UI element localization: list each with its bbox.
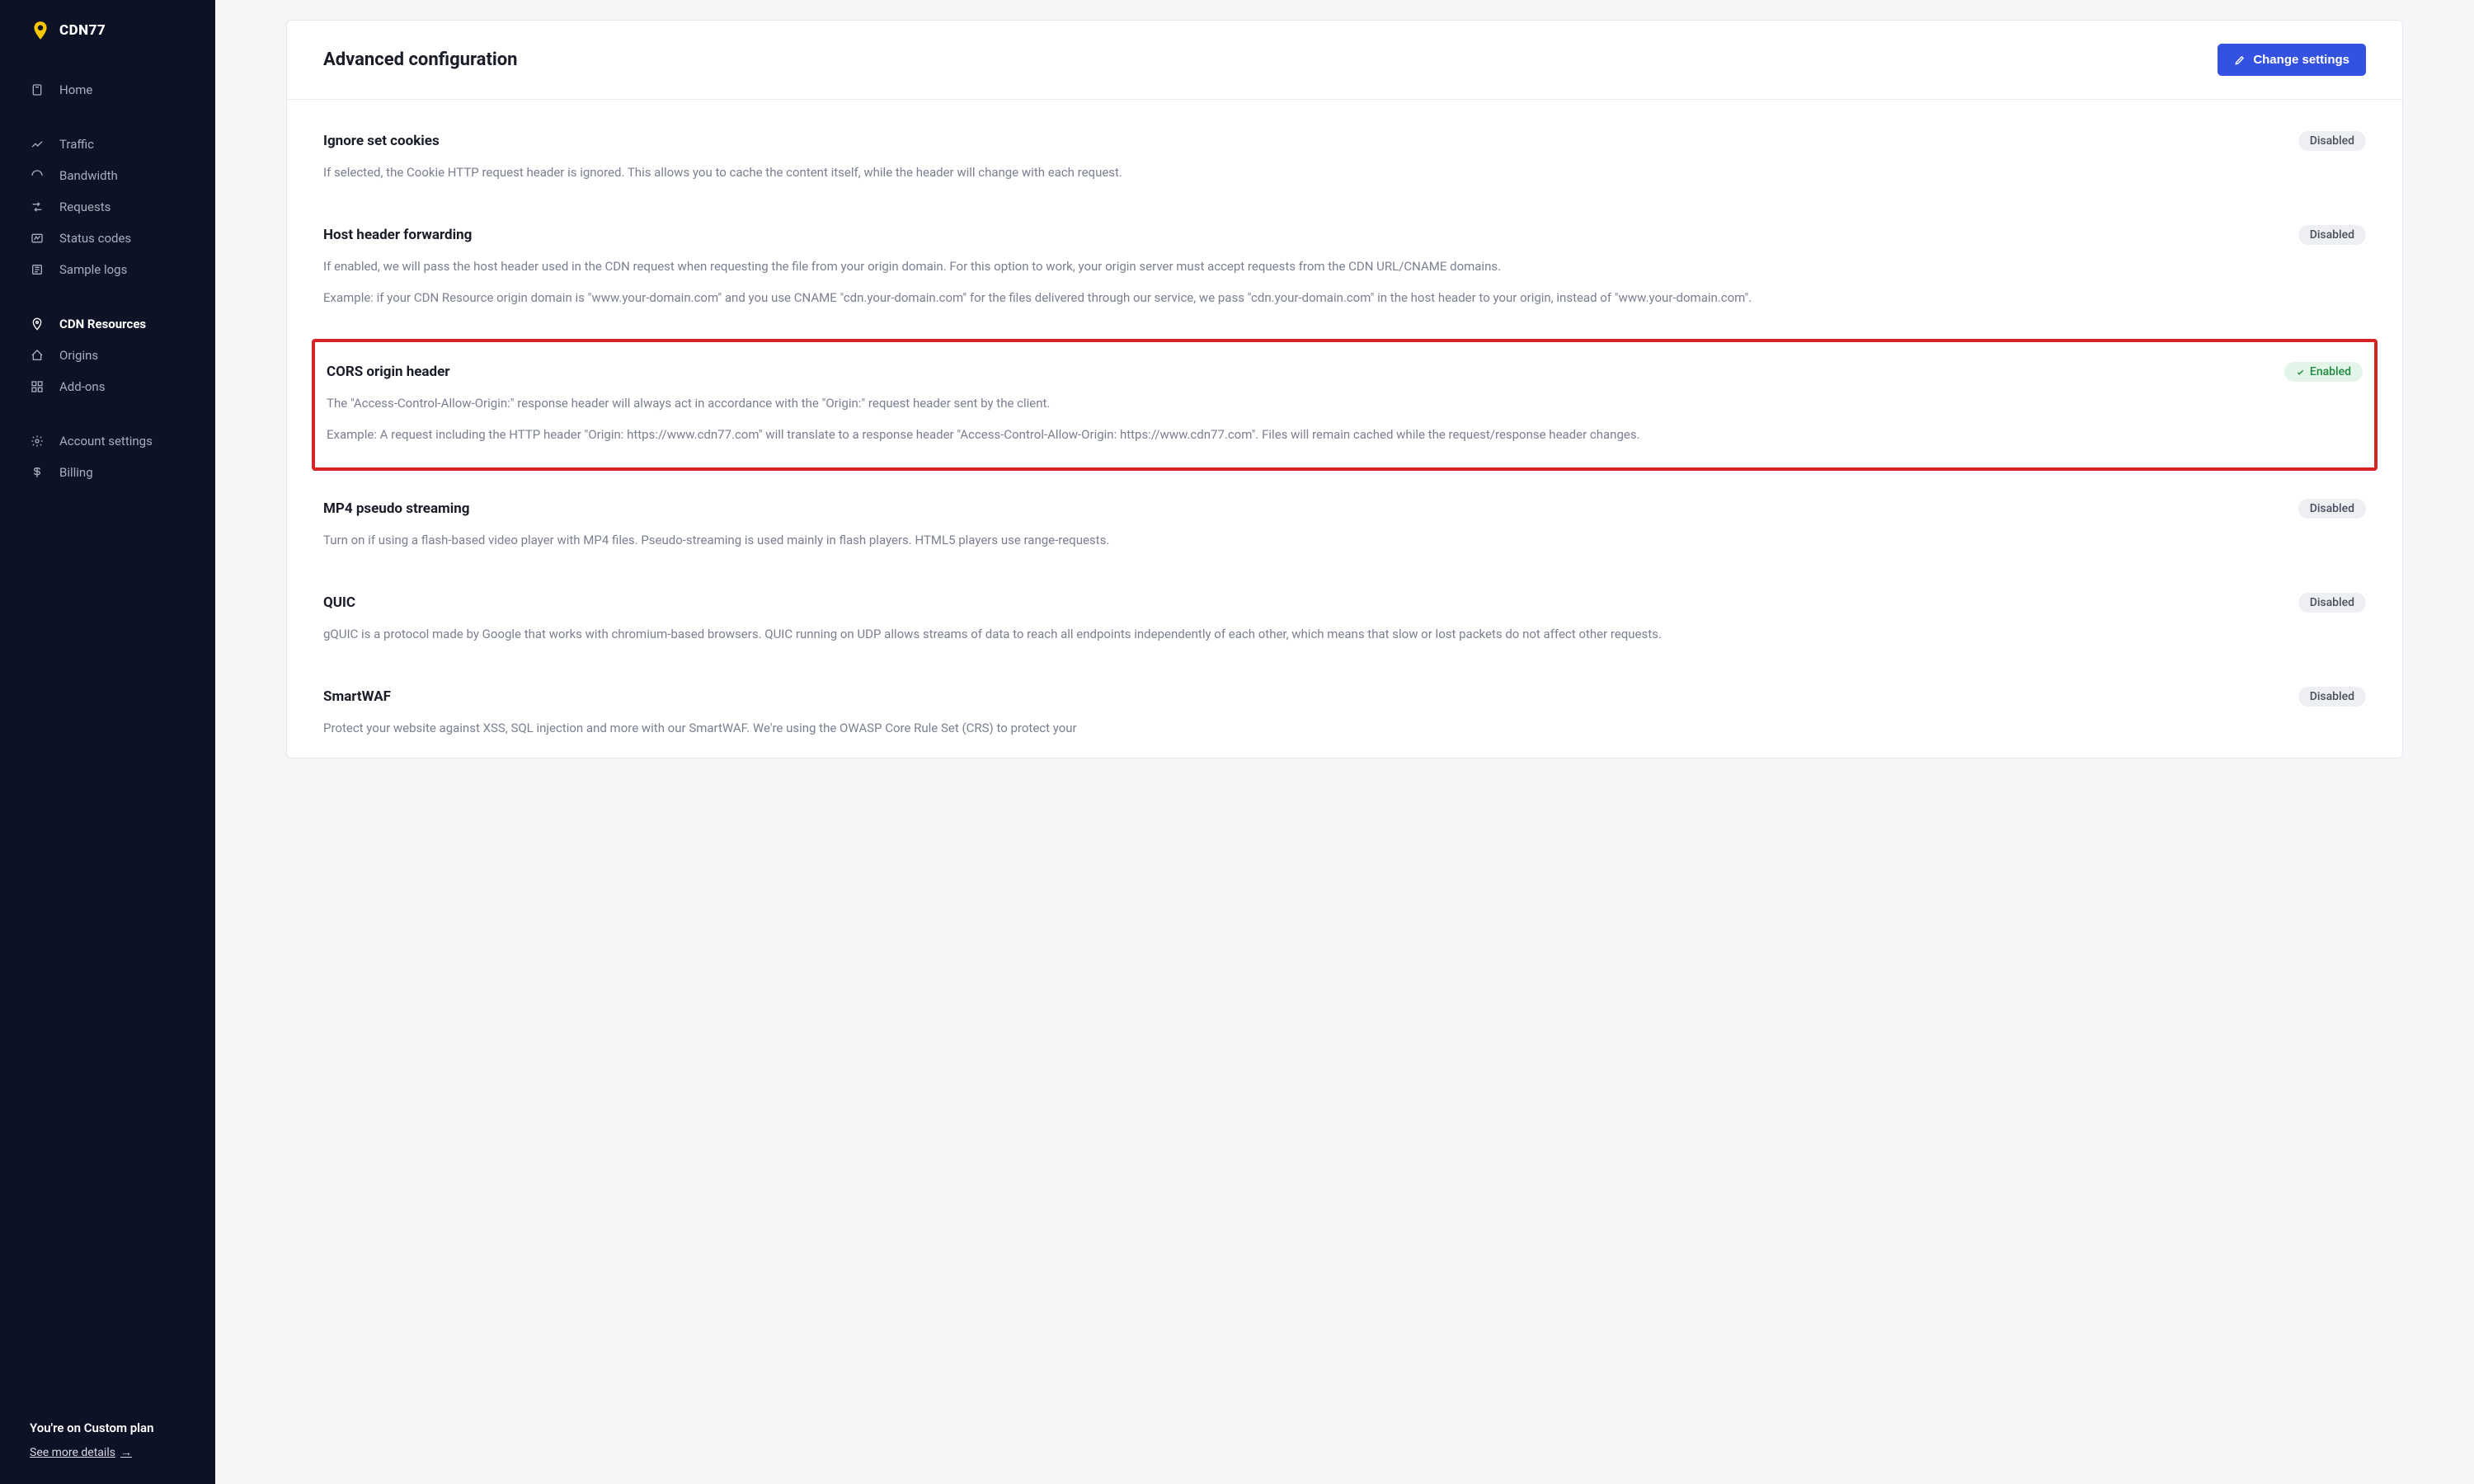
sidebar-item-origins[interactable]: Origins [0,340,215,371]
sidebar-item-home[interactable]: Home [0,74,215,106]
setting-title: Ignore set cookies [323,133,440,149]
see-more-details-link[interactable]: See more details → [30,1445,132,1459]
traffic-icon [30,137,45,152]
sidebar-item-requests[interactable]: Requests [0,191,215,223]
sidebar-item-billing[interactable]: Billing [0,457,215,488]
sidebar-item-label: Traffic [59,137,94,152]
origins-icon [30,348,45,363]
sidebar-item-label: CDN Resources [59,317,146,331]
status-badge: Disabled [2298,131,2366,151]
status-badge: Disabled [2298,593,2366,613]
change-settings-button[interactable]: Change settings [2218,44,2366,76]
addons-icon [30,379,45,394]
pin-icon [30,317,45,331]
status-badge: Disabled [2298,499,2366,519]
card-body: Ignore set cookies Disabled If selected,… [287,100,2402,758]
arrow-right-icon: → [120,1445,132,1459]
gear-icon [30,434,45,448]
setting-description: The "Access-Control-Allow-Origin:" respo… [327,393,2363,413]
sidebar-item-label: Requests [59,200,111,214]
sidebar-item-label: Bandwidth [59,168,118,183]
brand-logo[interactable]: CDN77 [0,20,215,74]
clipboard-icon [30,82,45,97]
plan-text: You're on Custom plan [30,1421,186,1435]
setting-description: If enabled, we will pass the host header… [323,256,2366,276]
setting-description: gQUIC is a protocol made by Google that … [323,624,2366,644]
setting-title: SmartWAF [323,688,391,705]
setting-title: MP4 pseudo streaming [323,500,470,517]
details-link-label: See more details [30,1446,115,1459]
status-badge: Disabled [2298,687,2366,707]
sidebar-item-label: Billing [59,465,93,480]
sidebar-item-label: Origins [59,348,98,363]
sidebar-item-status-codes[interactable]: Status codes [0,223,215,254]
brand-name: CDN77 [59,22,106,39]
status-icon [30,231,45,246]
sidebar-item-bandwidth[interactable]: Bandwidth [0,160,215,191]
page-title: Advanced configuration [323,49,517,70]
dollar-icon [30,465,45,480]
setting-title: QUIC [323,594,355,611]
setting-description: Protect your website against XSS, SQL in… [323,718,2366,738]
setting-ignore-set-cookies: Ignore set cookies Disabled If selected,… [287,108,2402,202]
setting-host-header-forwarding: Host header forwarding Disabled If enabl… [287,202,2402,327]
sidebar: CDN77 Home Traffic Bandwidth [0,0,215,1484]
status-badge: Disabled [2298,225,2366,245]
status-label: Enabled [2310,365,2351,378]
requests-icon [30,200,45,214]
sidebar-item-add-ons[interactable]: Add-ons [0,371,215,402]
sidebar-item-sample-logs[interactable]: Sample logs [0,254,215,285]
setting-mp4-pseudo-streaming: MP4 pseudo streaming Disabled Turn on if… [287,476,2402,570]
status-badge: Enabled [2284,362,2363,382]
sidebar-item-label: Status codes [59,231,131,246]
sidebar-footer: You're on Custom plan See more details → [0,1421,215,1484]
logo-pin-icon [30,20,51,41]
setting-description: Example: A request including the HTTP he… [327,425,2363,444]
main-content: Advanced configuration Change settings I… [215,0,2474,1484]
sidebar-item-label: Home [59,82,92,97]
setting-description: Example: if your CDN Resource origin dom… [323,288,2366,308]
change-settings-label: Change settings [2253,53,2349,67]
sidebar-item-label: Sample logs [59,262,127,277]
check-icon [2296,368,2305,377]
sidebar-item-label: Account settings [59,434,153,448]
setting-smartwaf: SmartWAF Disabled Protect your website a… [287,664,2402,758]
setting-title: CORS origin header [327,364,450,380]
setting-cors-origin-header-highlighted: CORS origin header Enabled The "Access-C… [312,339,2378,471]
setting-description: If selected, the Cookie HTTP request hea… [323,162,2366,182]
setting-quic: QUIC Disabled gQUIC is a protocol made b… [287,570,2402,664]
pencil-icon [2234,54,2246,66]
sidebar-item-label: Add-ons [59,379,105,394]
setting-title: Host header forwarding [323,227,472,243]
sidebar-item-account-settings[interactable]: Account settings [0,425,215,457]
advanced-config-card: Advanced configuration Change settings I… [286,20,2403,758]
sidebar-item-cdn-resources[interactable]: CDN Resources [0,308,215,340]
sidebar-item-traffic[interactable]: Traffic [0,129,215,160]
logs-icon [30,262,45,277]
bandwidth-icon [30,168,45,183]
sidebar-nav: Home Traffic Bandwidth Requests [0,74,215,1421]
card-header: Advanced configuration Change settings [287,21,2402,100]
setting-description: Turn on if using a flash-based video pla… [323,530,2366,550]
